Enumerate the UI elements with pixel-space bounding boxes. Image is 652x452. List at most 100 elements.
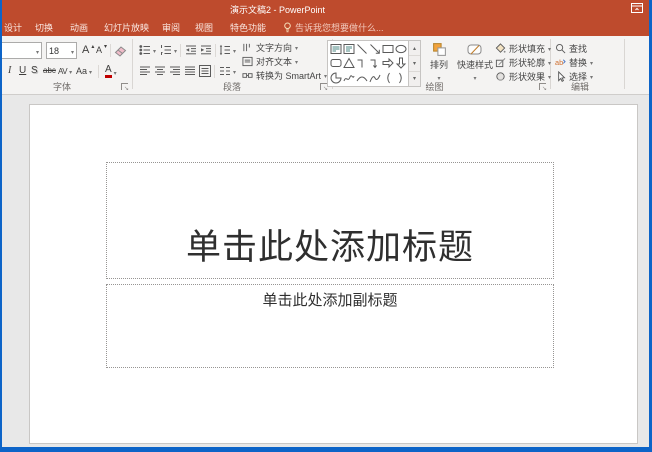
tab-design[interactable]: 设计: [4, 21, 22, 34]
drawing-group-label: 绘图: [425, 82, 444, 92]
text-shadow-button[interactable]: S: [31, 65, 38, 76]
shape-triangle-icon[interactable]: [342, 56, 355, 70]
paragraph-dialog-launcher[interactable]: [320, 83, 328, 92]
font-size-combobox[interactable]: 18: [46, 42, 77, 59]
shape-line-icon[interactable]: [355, 42, 368, 56]
ribbon-display-options-icon[interactable]: [631, 3, 643, 13]
subtitle-placeholder-text: 单击此处添加副标题: [262, 292, 398, 309]
shape-rectangle-icon[interactable]: [381, 42, 394, 56]
tab-view[interactable]: 视图: [195, 21, 213, 34]
shape-right-arrow-icon[interactable]: [381, 56, 394, 70]
italic-button[interactable]: I: [8, 65, 11, 76]
editing-stack: 查找 ab 替换 选择: [555, 42, 593, 82]
line-spacing-icon: [219, 44, 230, 56]
shape-elbow-connector-icon[interactable]: [355, 56, 368, 70]
editing-group-label: 编辑: [570, 82, 589, 92]
shape-arrow-icon[interactable]: [368, 42, 381, 56]
gallery-scroll-down-icon[interactable]: ▾: [409, 56, 420, 72]
font-group-label: 字体: [52, 82, 71, 92]
decrease-indent-button[interactable]: [185, 44, 197, 56]
svg-text:ab: ab: [555, 57, 563, 66]
strikethrough-button[interactable]: abc: [43, 66, 56, 75]
align-right-icon: [170, 66, 180, 75]
subtitle-placeholder[interactable]: 单击此处添加副标题: [106, 284, 554, 368]
align-center-icon: [155, 66, 165, 75]
line-spacing-button[interactable]: [219, 44, 236, 56]
change-case-button[interactable]: Aa: [76, 66, 92, 76]
find-button[interactable]: 查找: [555, 42, 593, 54]
title-placeholder[interactable]: 单击此处添加标题: [106, 162, 554, 279]
tell-me-box[interactable]: 告诉我您想要做什么...: [283, 21, 384, 34]
align-right-button[interactable]: [169, 65, 181, 77]
bullets-icon: [139, 45, 150, 55]
shape-outline-button[interactable]: 形状轮廓: [495, 56, 551, 68]
paragraph-group-label: 段落: [222, 82, 241, 92]
chevron-down-icon: [295, 42, 298, 52]
distribute-text-button[interactable]: [199, 65, 211, 77]
increase-indent-button[interactable]: [200, 44, 212, 56]
chevron-down-icon: [548, 57, 551, 67]
shape-placeholder-vertical-icon[interactable]: [342, 42, 355, 56]
quick-styles-button[interactable]: 快速样式: [456, 42, 494, 82]
lightbulb-icon: [284, 22, 291, 33]
align-text-icon: [242, 56, 253, 66]
shape-placeholder-horizontal-icon[interactable]: [329, 42, 342, 56]
chevron-down-icon: [233, 45, 236, 55]
numbering-button[interactable]: [160, 44, 177, 56]
chevron-down-icon: [36, 46, 39, 56]
title-placeholder-text: 单击此处添加标题: [185, 228, 474, 267]
shape-oval-icon[interactable]: [394, 42, 407, 56]
title-bar: 演示文稿2 - PowerPoint: [2, 0, 649, 18]
font-name-combobox[interactable]: [2, 42, 42, 59]
mini-divider: [215, 44, 216, 57]
font-color-button[interactable]: A: [105, 65, 117, 78]
smartart-icon: [242, 72, 253, 78]
shrink-font-button[interactable]: A ▾: [96, 44, 107, 55]
tab-review[interactable]: 审阅: [162, 21, 180, 34]
clear-formatting-button[interactable]: [114, 44, 127, 57]
shape-fill-button[interactable]: 形状填充: [495, 42, 551, 54]
slide-canvas: 单击此处添加标题 单击此处添加副标题: [29, 104, 638, 444]
shape-rounded-rectangle-icon[interactable]: [329, 56, 342, 70]
tell-me-label: 告诉我您想要做什么...: [295, 23, 384, 33]
columns-icon: [220, 67, 230, 75]
columns-button[interactable]: [219, 65, 236, 77]
underline-button[interactable]: U: [19, 65, 26, 76]
character-spacing-button[interactable]: AV: [58, 66, 72, 76]
replace-button[interactable]: ab 替换: [555, 56, 593, 68]
tab-slideshow[interactable]: 幻灯片放映: [104, 21, 149, 34]
chevron-down-icon: [69, 66, 72, 76]
text-direction-icon: [243, 43, 250, 51]
shape-down-arrow-icon[interactable]: [394, 56, 407, 70]
mini-divider: [110, 44, 111, 57]
arrange-button[interactable]: 排列: [423, 42, 455, 82]
mini-divider: [214, 65, 215, 78]
drawing-dialog-launcher[interactable]: [539, 83, 547, 92]
chevron-down-icon: [114, 67, 117, 77]
grow-font-button[interactable]: A ▴: [82, 44, 94, 57]
font-dialog-launcher[interactable]: [121, 83, 129, 92]
tab-animations[interactable]: 动画: [70, 21, 88, 34]
tab-special-features[interactable]: 特色功能: [230, 21, 266, 34]
align-text-button[interactable]: 对齐文本: [242, 55, 327, 67]
gallery-scroll-up-icon[interactable]: ▴: [409, 41, 420, 57]
mini-divider: [180, 44, 181, 57]
tab-transitions[interactable]: 切换: [35, 21, 53, 34]
shape-fill-icon: [495, 42, 506, 53]
slide-workspace: 单击此处添加标题 单击此处添加副标题: [2, 96, 649, 447]
shape-elbow-arrow-connector-icon[interactable]: [368, 56, 381, 70]
paragraph-stack: 文字方向 对齐文本 转换为 SmartArt: [242, 41, 327, 81]
decrease-indent-icon: [186, 45, 196, 55]
ribbon-home: 18 A▴ A▾ I U S abc AV: [2, 36, 649, 95]
bullets-button[interactable]: [139, 44, 156, 56]
chevron-down-icon: [89, 66, 92, 76]
justify-button[interactable]: [184, 65, 196, 77]
text-direction-button[interactable]: 文字方向: [242, 41, 327, 53]
group-divider: [624, 39, 625, 89]
align-center-button[interactable]: [154, 65, 166, 77]
align-left-button[interactable]: [139, 65, 151, 77]
window-title: 演示文稿2 - PowerPoint: [230, 5, 326, 15]
shape-outline-icon: [495, 57, 506, 67]
increase-indent-icon: [201, 45, 211, 55]
quick-styles-icon: [467, 44, 482, 55]
